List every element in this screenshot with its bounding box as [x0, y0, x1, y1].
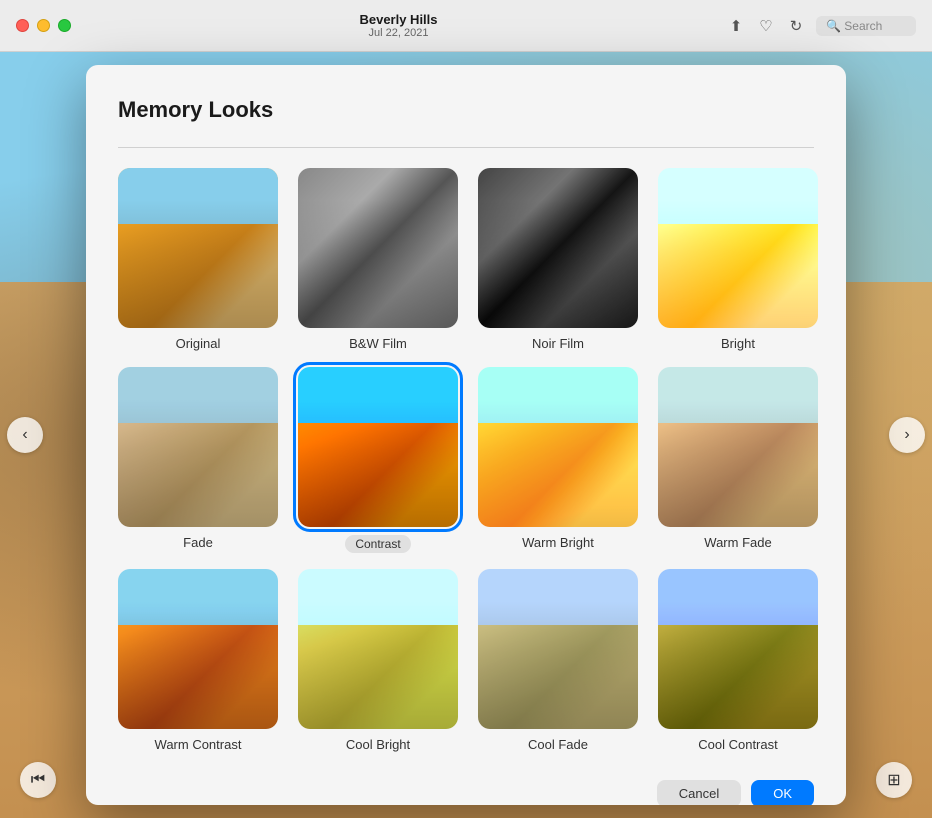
minimize-button[interactable] [37, 19, 50, 32]
maximize-button[interactable] [58, 19, 71, 32]
look-item-cool-bright[interactable]: Cool Bright [298, 569, 458, 752]
look-photo-cool-contrast [658, 569, 818, 729]
photo-people-overlay [658, 399, 818, 527]
look-thumb-cool-bright [298, 569, 458, 729]
photo-people-overlay [478, 200, 638, 328]
window-title: Beverly Hills [71, 12, 726, 27]
look-thumb-warm-bright [478, 367, 638, 527]
look-photo-cool-fade [478, 569, 638, 729]
photo-people-overlay [298, 399, 458, 527]
look-thumb-cool-fade [478, 569, 638, 729]
look-thumb-warm-fade [658, 367, 818, 527]
look-label-cool-contrast: Cool Contrast [698, 737, 777, 752]
look-thumb-fade [118, 367, 278, 527]
look-photo-contrast [298, 367, 458, 527]
look-item-bright[interactable]: Bright [658, 168, 818, 351]
photo-people-overlay [118, 399, 278, 527]
look-label-warm-bright: Warm Bright [522, 535, 594, 550]
photo-people-overlay [298, 200, 458, 328]
look-thumb-contrast [298, 367, 458, 527]
share-icon[interactable]: ⬆ [726, 16, 746, 36]
look-thumb-bright [658, 168, 818, 328]
look-item-warm-contrast[interactable]: Warm Contrast [118, 569, 278, 752]
dialog-footer: Cancel OK [118, 776, 814, 805]
look-thumb-original [118, 168, 278, 328]
ok-button[interactable]: OK [751, 780, 814, 805]
look-photo-original [118, 168, 278, 328]
dialog-title: Memory Looks [118, 97, 814, 123]
look-label-noir-film: Noir Film [532, 336, 584, 351]
look-photo-cool-bright [298, 569, 458, 729]
chrome-toolbar: ⬆ ♡ ↻ 🔍 Search [726, 16, 916, 36]
look-label-cool-fade: Cool Fade [528, 737, 588, 752]
photo-people-overlay [478, 399, 638, 527]
look-item-noir-film[interactable]: Noir Film [478, 168, 638, 351]
heart-icon[interactable]: ♡ [756, 16, 776, 36]
look-label-bright: Bright [721, 336, 755, 351]
look-photo-bright [658, 168, 818, 328]
look-photo-fade [118, 367, 278, 527]
look-label-contrast: Contrast [345, 535, 410, 553]
window-chrome: Beverly Hills Jul 22, 2021 ⬆ ♡ ↻ 🔍 Searc… [0, 0, 932, 52]
search-bar[interactable]: 🔍 Search [816, 16, 916, 36]
look-item-fade[interactable]: Fade [118, 367, 278, 553]
look-photo-warm-fade [658, 367, 818, 527]
look-item-original[interactable]: Original [118, 168, 278, 351]
memory-looks-dialog: Memory Looks Original B&W Film Noir Film Br… [86, 65, 846, 805]
photo-people-overlay [658, 200, 818, 328]
look-item-cool-contrast[interactable]: Cool Contrast [658, 569, 818, 752]
look-label-bw-film: B&W Film [349, 336, 407, 351]
traffic-lights [16, 19, 71, 32]
look-item-contrast[interactable]: Contrast [298, 367, 458, 553]
divider [118, 147, 814, 148]
look-photo-warm-contrast [118, 569, 278, 729]
dialog-overlay: Memory Looks Original B&W Film Noir Film Br… [0, 52, 932, 818]
photo-people-overlay [298, 601, 458, 729]
photo-people-overlay [118, 200, 278, 328]
look-label-warm-fade: Warm Fade [704, 535, 771, 550]
look-label-fade: Fade [183, 535, 213, 550]
look-label-cool-bright: Cool Bright [346, 737, 410, 752]
window-title-area: Beverly Hills Jul 22, 2021 [71, 12, 726, 39]
cancel-button[interactable]: Cancel [657, 780, 741, 805]
look-item-bw-film[interactable]: B&W Film [298, 168, 458, 351]
look-thumb-noir-film [478, 168, 638, 328]
photo-people-overlay [118, 601, 278, 729]
look-item-warm-fade[interactable]: Warm Fade [658, 367, 818, 553]
look-label-pill-contrast: Contrast [345, 535, 410, 553]
window-subtitle: Jul 22, 2021 [71, 27, 726, 39]
look-label-warm-contrast: Warm Contrast [155, 737, 242, 752]
look-photo-noir-film [478, 168, 638, 328]
look-item-cool-fade[interactable]: Cool Fade [478, 569, 638, 752]
look-thumb-cool-contrast [658, 569, 818, 729]
rotate-icon[interactable]: ↻ [786, 16, 806, 36]
look-thumb-warm-contrast [118, 569, 278, 729]
close-button[interactable] [16, 19, 29, 32]
photo-people-overlay [658, 601, 818, 729]
look-item-warm-bright[interactable]: Warm Bright [478, 367, 638, 553]
photo-people-overlay [478, 601, 638, 729]
look-photo-warm-bright [478, 367, 638, 527]
look-photo-bw-film [298, 168, 458, 328]
looks-grid: Original B&W Film Noir Film Bright Fade Contr… [118, 168, 814, 752]
look-label-original: Original [176, 336, 221, 351]
look-thumb-bw-film [298, 168, 458, 328]
